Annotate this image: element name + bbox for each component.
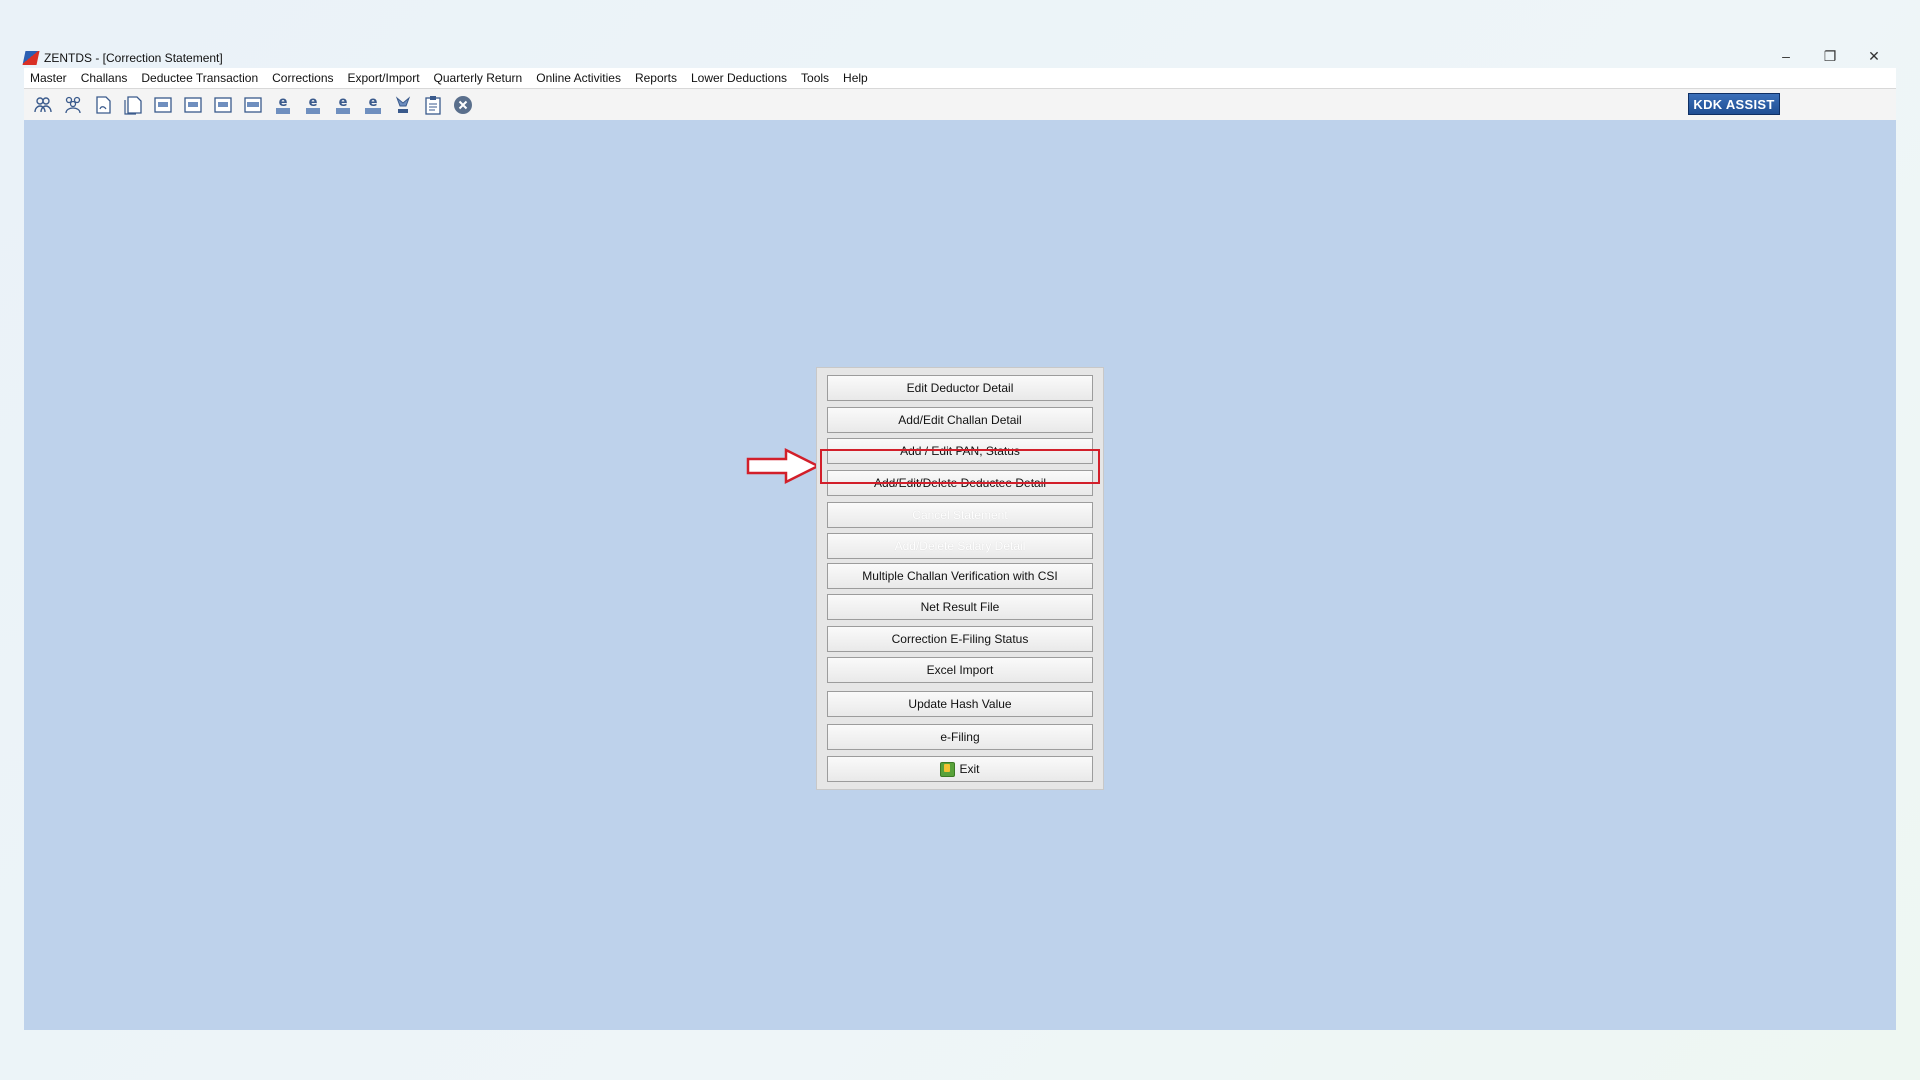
users-group-icon[interactable] [62, 94, 84, 116]
menu-quarterly-return[interactable]: Quarterly Return [427, 71, 530, 85]
update-hash-value-button[interactable]: Update Hash Value [827, 691, 1093, 717]
svg-text:e: e [339, 95, 348, 110]
e-24q-icon[interactable]: e [272, 94, 294, 116]
multiple-challan-verification-button[interactable]: Multiple Challan Verification with CSI [827, 563, 1093, 589]
menu-master[interactable]: Master [24, 71, 74, 85]
tds-icon[interactable] [392, 94, 414, 116]
form-26q-icon[interactable] [182, 94, 204, 116]
application-window: ZENTDS - [Correction Statement] – ❐ ✕ Ma… [24, 48, 1896, 1030]
e-26q-icon[interactable]: e [302, 94, 324, 116]
close-circle-icon[interactable] [452, 94, 474, 116]
add-delete-salary-detail-button: Add/Delete Salary Detail [827, 533, 1093, 559]
menu-bar: Master Challans Deductee Transaction Cor… [24, 68, 1896, 88]
users-icon[interactable] [32, 94, 54, 116]
window-title: ZENTDS - [Correction Statement] [44, 51, 223, 65]
minimize-button[interactable]: – [1764, 44, 1808, 68]
menu-online-activities[interactable]: Online Activities [529, 71, 628, 85]
exit-button-label: Exit [959, 762, 980, 776]
exit-icon [940, 761, 956, 777]
menu-help[interactable]: Help [836, 71, 875, 85]
net-result-file-button[interactable]: Net Result File [827, 594, 1093, 620]
form-27q-icon[interactable] [212, 94, 234, 116]
zentds-logo-icon [24, 51, 38, 65]
document-copy-icon[interactable] [122, 94, 144, 116]
client-area: Edit Deductor Detail Add/Edit Challan De… [24, 120, 1896, 1030]
menu-reports[interactable]: Reports [628, 71, 684, 85]
clipboard-icon[interactable] [422, 94, 444, 116]
kdk-assist-button[interactable]: KDK ASSIST [1688, 93, 1780, 115]
restore-button[interactable]: ❐ [1808, 44, 1852, 68]
menu-challans[interactable]: Challans [74, 71, 135, 85]
correction-e-filing-status-button[interactable]: Correction E-Filing Status [827, 626, 1093, 652]
svg-text:e: e [279, 95, 288, 110]
toolbar: e e e e KDK ASSIST [24, 88, 1896, 120]
window-controls: – ❐ ✕ [1764, 44, 1896, 68]
cancel-statement-button: Cancel Statement [827, 502, 1093, 528]
document-icon[interactable] [92, 94, 114, 116]
menu-deductee-transaction[interactable]: Deductee Transaction [134, 71, 265, 85]
form-27eq-icon[interactable] [242, 94, 264, 116]
menu-corrections[interactable]: Corrections [265, 71, 340, 85]
form-24q-icon[interactable] [152, 94, 174, 116]
exit-button[interactable]: Exit [827, 756, 1093, 782]
e-filing-button[interactable]: e-Filing [827, 724, 1093, 750]
close-button[interactable]: ✕ [1852, 44, 1896, 68]
correction-button-panel: Edit Deductor Detail Add/Edit Challan De… [816, 367, 1104, 790]
menu-export-import[interactable]: Export/Import [341, 71, 427, 85]
svg-text:e: e [309, 95, 318, 110]
e-27q-icon[interactable]: e [332, 94, 354, 116]
excel-import-button[interactable]: Excel Import [827, 657, 1093, 683]
add-edit-challan-detail-button[interactable]: Add/Edit Challan Detail [827, 407, 1093, 433]
edit-deductor-detail-button[interactable]: Edit Deductor Detail [827, 375, 1093, 401]
title-bar: ZENTDS - [Correction Statement] – ❐ ✕ [24, 48, 1896, 68]
highlight-box [820, 449, 1100, 484]
menu-lower-deductions[interactable]: Lower Deductions [684, 71, 794, 85]
svg-text:e: e [369, 95, 378, 110]
e-27eq-icon[interactable]: e [362, 94, 384, 116]
menu-tools[interactable]: Tools [794, 71, 836, 85]
pointer-arrow-icon [746, 447, 821, 485]
